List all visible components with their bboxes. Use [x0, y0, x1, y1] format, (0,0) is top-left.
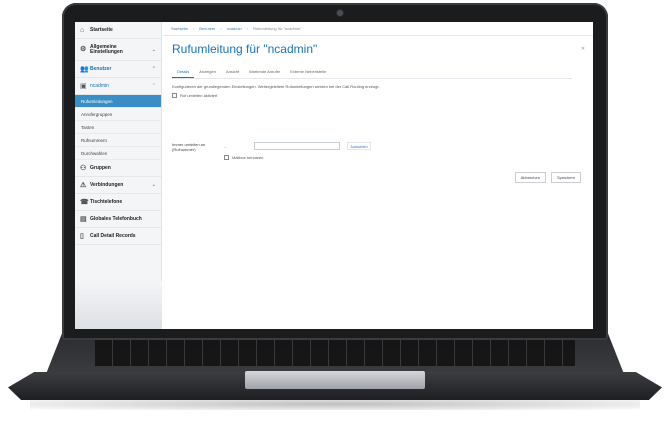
forward-target-label: Immer umleiten an (Rufnummer): [172, 142, 206, 152]
breadcrumb-benutzer[interactable]: Benutzer: [199, 26, 215, 31]
tab-externe-nebenstelle[interactable]: Externe Nebenstelle: [285, 66, 331, 78]
description-text: Konfigurieren der grundlegenden Einstell…: [172, 84, 380, 89]
sidebar-subitem-durchwahlen[interactable]: Durchwahlen: [75, 147, 161, 160]
mailbox-checkbox[interactable]: [224, 155, 229, 160]
tab-details[interactable]: Details: [172, 66, 195, 78]
tab-ansicht[interactable]: Ansicht: [221, 66, 244, 78]
sidebar-item-benutzer[interactable]: 👥 Benutzer ⌃: [75, 61, 161, 78]
touchpad: [245, 371, 425, 389]
phone-icon: ☎: [80, 198, 89, 206]
forward-target-dash: –: [224, 144, 227, 149]
chevron-up-icon: ⌃: [151, 66, 156, 72]
group-icon: ⚇: [80, 164, 87, 172]
document-icon: ▯: [80, 232, 84, 240]
mailbox-label: Mailbox benutzen: [232, 155, 264, 160]
phonebook-icon: ▤: [80, 215, 87, 223]
screen: ⌂ Startseite ⚙ Allgemeine Einstellungen ⌄ 👥…: [75, 22, 593, 329]
sidebar-item-gruppen[interactable]: ⚇ Gruppen: [75, 160, 161, 177]
sidebar: ⌂ Startseite ⚙ Allgemeine Einstellungen ⌄ 👥…: [75, 22, 162, 329]
breadcrumb-ncadmin[interactable]: ncadmin: [227, 26, 242, 31]
chevron-up-icon: ⌃: [151, 83, 156, 89]
chevron-down-icon: ⌄: [151, 46, 156, 53]
users-icon: 👥: [80, 65, 89, 73]
page-title: Rufumleitung für "ncadmin": [172, 42, 318, 56]
sidebar-footer: [75, 281, 162, 329]
tab-wartende-anrufer[interactable]: Wartende Anrufer: [244, 66, 285, 78]
cancel-button[interactable]: Abbrechen: [514, 172, 546, 183]
sidebar-subitem-rufumleitungen[interactable]: Rufumleitungen: [75, 95, 161, 108]
breadcrumb-current: Rufumleitung für "ncadmin": [253, 26, 302, 31]
home-icon: ⌂: [80, 26, 85, 34]
sidebar-item-tischtelefone[interactable]: ☎ Tischtelefone: [75, 194, 161, 211]
camera-icon: [337, 10, 343, 16]
action-buttons: Abbrechen Speichern: [510, 172, 581, 183]
save-button[interactable]: Speichern: [550, 172, 581, 183]
chevron-down-icon: ⌄: [151, 182, 156, 188]
sidebar-item-telefonbuch[interactable]: ▤ Globales Telefonbuch: [75, 211, 161, 228]
forward-target-row: Immer umleiten an (Rufnummer) – Auswähle…: [172, 142, 582, 160]
breadcrumb: Startseite › Benutzer › ncadmin › Rufumleit…: [163, 22, 593, 36]
user-icon: ▣: [80, 82, 87, 90]
close-icon[interactable]: ✕: [578, 44, 588, 54]
sidebar-subitem-rufnummern[interactable]: Rufnummern: [75, 134, 161, 147]
tab-anzeigen[interactable]: Anzeigen: [194, 66, 221, 78]
sidebar-item-ncadmin[interactable]: ▣ ncadmin ⌃: [75, 78, 161, 95]
mailbox-row: Mailbox benutzen: [224, 155, 263, 160]
settings-icon: ⚙: [80, 46, 87, 53]
forwarding-enabled-checkbox[interactable]: [172, 93, 177, 98]
sidebar-subitem-tasten[interactable]: Tasten: [75, 121, 161, 134]
forwarding-enabled-label: Ruf umleiten aktiviert: [180, 93, 218, 98]
forwarding-enabled-row: Ruf umleiten aktiviert: [163, 89, 593, 98]
sidebar-item-cdr[interactable]: ▯ Call Detail Records: [75, 228, 161, 245]
sidebar-item-allgemeine-einstellungen[interactable]: ⚙ Allgemeine Einstellungen ⌄: [75, 39, 161, 61]
forward-target-input[interactable]: [254, 142, 340, 150]
select-button[interactable]: Auswählen: [347, 142, 371, 150]
sidebar-subitem-anrufergruppen[interactable]: Anrufergruppen: [75, 108, 161, 121]
breadcrumb-startseite[interactable]: Startseite: [171, 26, 188, 31]
sidebar-item-startseite[interactable]: ⌂ Startseite: [75, 22, 161, 39]
main-content: Startseite › Benutzer › ncadmin › Rufumleit…: [163, 22, 593, 329]
sidebar-item-verbindungen[interactable]: ⚠ Verbindungen ⌄: [75, 177, 161, 194]
connection-icon: ⚠: [80, 181, 87, 189]
laptop-stage: ⌂ Startseite ⚙ Allgemeine Einstellungen ⌄ 👥…: [0, 0, 670, 434]
tab-bar: Details Anzeigen Ansicht Wartende Anrufe…: [172, 66, 572, 79]
